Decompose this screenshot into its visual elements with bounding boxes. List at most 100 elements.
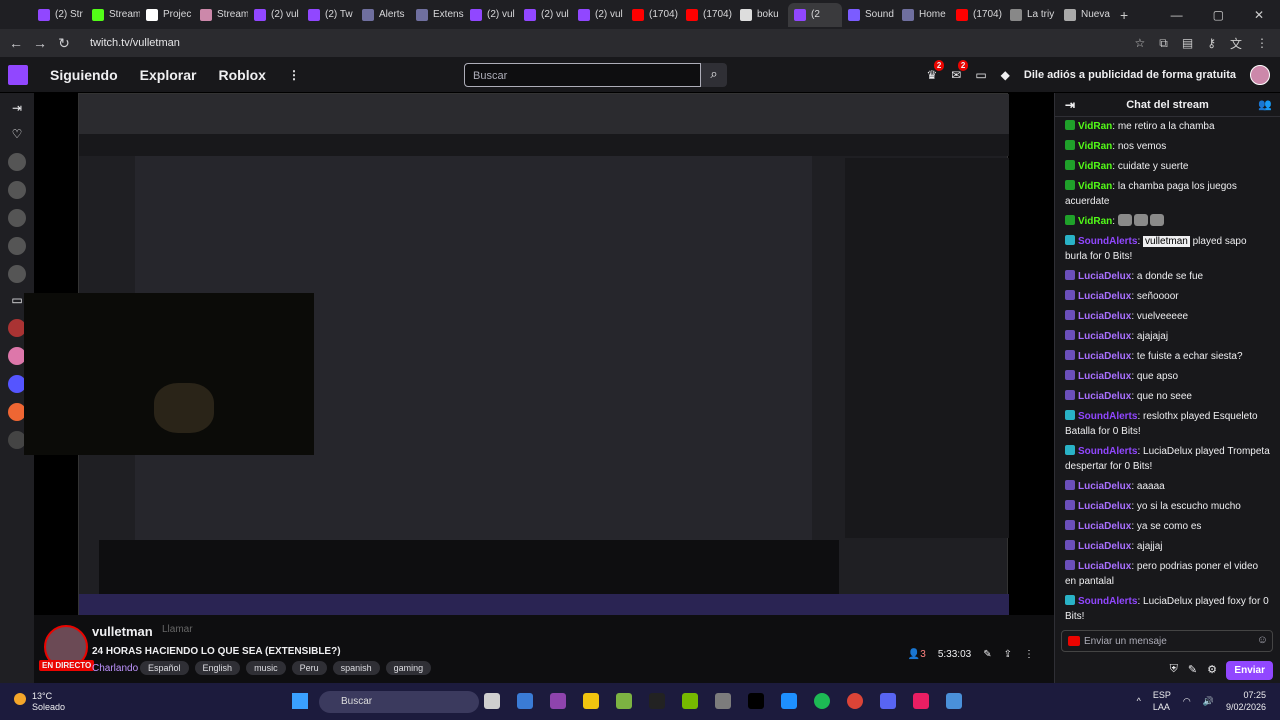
windows-start-icon[interactable] [292,693,308,709]
browser-tab[interactable]: Projec [140,3,194,27]
chat-username[interactable]: SoundAlerts [1078,446,1137,457]
edit-icon[interactable]: ✎ [983,649,991,660]
browser-tab[interactable]: (2) Str [32,3,86,27]
browser-tab[interactable]: (1704) [950,3,1004,27]
copilot-icon[interactable] [550,693,566,709]
reload-icon[interactable]: ↻ [52,35,76,52]
browser-tab[interactable]: La triy [1004,3,1058,27]
extension-icon[interactable]: ⧉ [1159,36,1168,51]
taskbar-search[interactable]: Buscar [319,691,479,713]
nvidia-icon[interactable] [682,693,698,709]
browser-tab[interactable]: (1704) [680,3,734,27]
tag-chip[interactable]: Peru [291,661,327,675]
minimize-icon[interactable]: — [1171,8,1183,22]
chrome-icon[interactable] [847,693,863,709]
chevron-up-icon[interactable]: ^ [1137,695,1141,707]
heart-icon[interactable]: ♡ [9,127,25,143]
share-icon[interactable]: ⇪ [1004,649,1012,660]
pencil-icon[interactable]: ✎ [1188,663,1197,676]
terminal-icon[interactable] [649,693,665,709]
wifi-icon[interactable]: ◠ [1183,695,1191,707]
crown-icon[interactable]: ♛ 2 [927,60,945,82]
chat-username[interactable]: LuciaDelux [1078,481,1131,492]
browser-tab[interactable]: (2) Tw [302,3,356,27]
mention[interactable]: vulletman [1143,236,1190,247]
chat-username[interactable]: VidRan [1078,121,1112,132]
extension-icon[interactable]: ▤ [1182,36,1193,50]
browser-tab[interactable]: (1704) [626,3,680,27]
vscode-icon[interactable] [781,693,797,709]
chat-username[interactable]: LuciaDelux [1078,291,1131,302]
chat-username[interactable]: LuciaDelux [1078,351,1131,362]
file-explorer-icon[interactable] [583,693,599,709]
steam-icon[interactable] [946,693,962,709]
chat-username[interactable]: LuciaDelux [1078,371,1131,382]
chat-username[interactable]: LuciaDelux [1078,541,1131,552]
browser-tab[interactable]: (2 [788,2,842,27]
app-icon[interactable] [715,693,731,709]
chat-username[interactable]: VidRan [1078,181,1112,192]
channel-avatar[interactable] [8,181,26,199]
translate-icon[interactable]: 文 [1230,35,1242,52]
chat-username[interactable]: LuciaDelux [1078,271,1131,282]
key-icon[interactable]: ⚷ [1207,36,1216,50]
discord-icon[interactable] [880,693,896,709]
chat-username[interactable]: LuciaDelux [1078,501,1131,512]
chat-username[interactable]: LuciaDelux [1078,311,1131,322]
search-icon[interactable]: ⌕ [701,63,727,87]
channel-avatar[interactable] [8,153,26,171]
tag-chip[interactable]: Español [140,661,189,675]
minecraft-icon[interactable] [616,693,632,709]
channel-avatar[interactable] [8,237,26,255]
channel-avatar[interactable] [8,209,26,227]
inbox-icon[interactable]: ✉ 2 [951,60,969,82]
chat-username[interactable]: VidRan [1078,216,1112,227]
browser-tab[interactable]: (2) vul [518,3,572,27]
more-icon[interactable]: ⋮ [288,68,300,82]
browser-tab[interactable]: Home [896,3,950,27]
browser-tab[interactable]: (2) vul [572,3,626,27]
browser-tab[interactable]: Stream [86,3,140,27]
channel-avatar[interactable] [8,265,26,283]
clock[interactable]: 07:25 9/02/2026 [1226,689,1266,713]
menu-icon[interactable]: ⋮ [1256,36,1268,50]
chat-username[interactable]: SoundAlerts [1078,411,1137,422]
nav-following[interactable]: Siguiendo [50,67,118,83]
browser-tab[interactable]: Alerts [356,3,410,27]
tag-chip[interactable]: gaming [385,661,432,675]
shield-icon[interactable]: ⛨ [1170,663,1178,676]
new-tab-button[interactable]: + [1120,7,1128,23]
follow-button[interactable]: Llamar [162,624,193,635]
chat-input[interactable]: Enviar un mensaje ☺ [1061,630,1273,652]
search-input[interactable]: Buscar [464,63,701,87]
browser-tab[interactable]: Sound [842,3,896,27]
chat-username[interactable]: VidRan [1078,161,1112,172]
tiktok-icon[interactable] [748,693,764,709]
close-icon[interactable]: ✕ [1254,8,1264,22]
browser-tab[interactable]: boku [734,3,788,27]
chat-username[interactable]: SoundAlerts [1078,596,1137,607]
volume-icon[interactable]: 🔊 [1203,695,1214,707]
video-player[interactable] [24,93,1054,616]
chat-username[interactable]: LuciaDelux [1078,391,1131,402]
twitch-logo-icon[interactable] [8,64,28,85]
weather-widget[interactable]: 13°C Soleado [14,691,65,713]
emote-icon[interactable] [1149,214,1164,226]
channel-name[interactable]: vulletman [92,624,153,639]
browser-tab[interactable]: Nueva [1058,3,1112,27]
expand-sidebar-icon[interactable]: ⇥ [9,101,25,117]
spotify-icon[interactable] [814,693,830,709]
users-icon[interactable]: 👥 [1258,98,1272,111]
obs-icon[interactable] [913,693,929,709]
more-options-icon[interactable]: ⋮ [1024,649,1034,660]
video-icon[interactable]: ▭ [9,293,25,309]
ad-free-link[interactable]: Dile adiós a publicidad de forma gratuit… [1024,69,1236,81]
maximize-icon[interactable]: ▢ [1213,8,1224,22]
bits-icon[interactable]: ◆ [1001,68,1010,82]
keyboard-layout[interactable]: ESP LAA [1153,689,1171,713]
collapse-chat-icon[interactable]: ⇥ [1065,98,1075,112]
whisper-icon[interactable]: ▭ [975,68,986,82]
chat-username[interactable]: LuciaDelux [1078,561,1131,572]
tag-chip[interactable]: spanish [332,661,380,675]
browser-tab[interactable]: Extens [410,3,464,27]
